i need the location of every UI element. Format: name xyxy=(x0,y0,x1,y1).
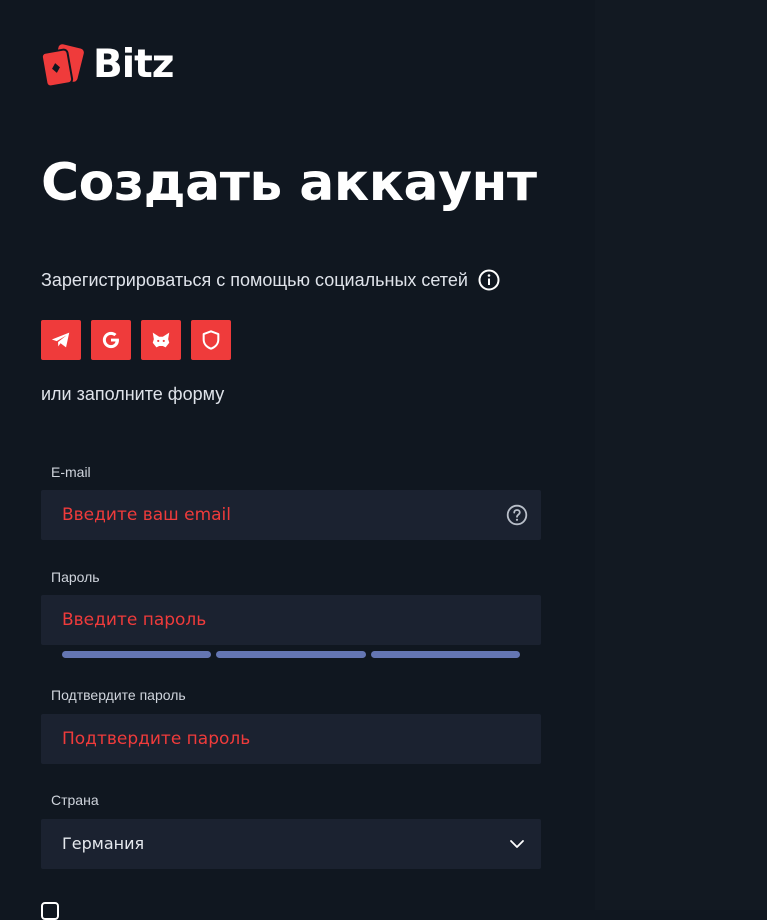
password-label: Пароль xyxy=(51,569,100,585)
strength-segment xyxy=(216,651,366,658)
strength-segment xyxy=(370,651,520,658)
chevron-down-icon xyxy=(510,840,524,848)
country-select-value: Германия xyxy=(62,834,145,853)
confirm-password-field-container xyxy=(41,714,541,764)
email-input[interactable] xyxy=(41,490,502,540)
telegram-login-button[interactable] xyxy=(41,320,81,360)
page-title: Создать аккаунт xyxy=(41,153,537,213)
registration-page: Bitz Создать аккаунт Зарегистрироваться … xyxy=(41,0,541,920)
shield-icon xyxy=(202,330,220,350)
or-fill-form-text: или заполните форму xyxy=(41,384,225,404)
email-label: E-mail xyxy=(51,464,91,480)
cards-logo-icon xyxy=(41,44,84,88)
google-login-button[interactable] xyxy=(91,320,131,360)
social-login-label: Зарегистрироваться с помощью социальных … xyxy=(41,269,468,290)
telegram-icon xyxy=(51,332,70,348)
country-label: Страна xyxy=(51,792,99,808)
side-panel xyxy=(595,0,767,910)
password-field-container xyxy=(41,595,541,645)
brand-name: Bitz xyxy=(93,42,174,87)
confirm-password-label: Подтвердите пароль xyxy=(51,687,186,703)
confirm-password-input[interactable] xyxy=(41,714,502,764)
metamask-login-button[interactable] xyxy=(141,320,181,360)
social-buttons xyxy=(41,320,231,360)
google-icon xyxy=(102,331,119,349)
country-select[interactable]: Германия xyxy=(41,819,541,869)
terms-checkbox[interactable] xyxy=(41,902,59,920)
help-icon[interactable] xyxy=(506,504,528,526)
shield-login-button[interactable] xyxy=(191,320,231,360)
email-field-container xyxy=(41,490,541,540)
brand-logo[interactable]: Bitz xyxy=(41,40,201,90)
info-icon[interactable] xyxy=(478,269,500,291)
metamask-icon xyxy=(152,332,170,348)
password-input[interactable] xyxy=(41,595,502,645)
social-login-label-row: Зарегистрироваться с помощью социальных … xyxy=(41,266,500,294)
strength-segment xyxy=(62,651,212,658)
password-strength-meter xyxy=(62,651,520,658)
